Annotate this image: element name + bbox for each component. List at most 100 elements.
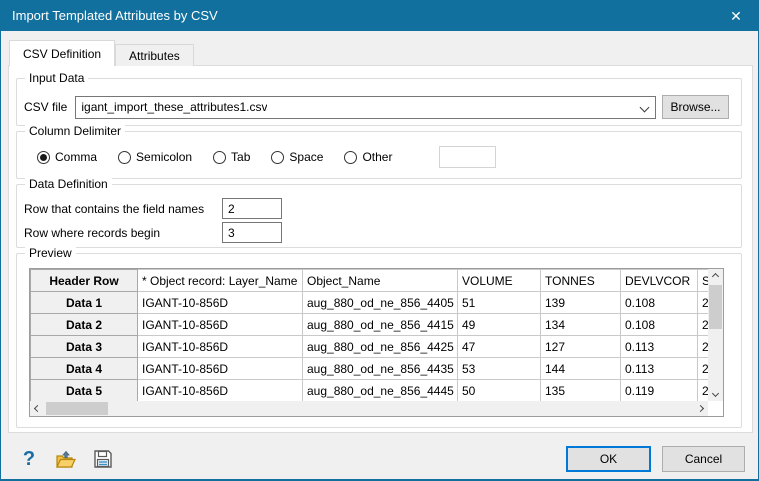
- chevron-down-icon: [712, 390, 719, 397]
- radio-space[interactable]: Space: [271, 150, 323, 164]
- data-cell[interactable]: 2: [698, 358, 709, 380]
- data-cell[interactable]: 2: [698, 336, 709, 358]
- input-data-group: Input Data CSV file igant_import_these_a…: [16, 78, 742, 126]
- save-icon: [93, 449, 113, 469]
- data-cell[interactable]: 139: [541, 292, 621, 314]
- table-row: Data 4IGANT-10-856Daug_880_od_ne_856_443…: [31, 358, 709, 380]
- radio-circle-icon: [271, 151, 284, 164]
- radio-semicolon[interactable]: Semicolon: [118, 150, 192, 164]
- row-header-cell[interactable]: Data 3: [31, 336, 138, 358]
- data-cell[interactable]: aug_880_od_ne_856_4445: [303, 380, 458, 402]
- browse-button[interactable]: Browse...: [662, 95, 729, 119]
- save-settings-button[interactable]: [91, 447, 115, 471]
- vertical-scrollbar[interactable]: [708, 269, 723, 401]
- scroll-right-button[interactable]: [693, 401, 708, 416]
- csv-file-label: CSV file: [24, 100, 67, 114]
- data-cell[interactable]: 49: [458, 314, 541, 336]
- horizontal-scrollbar-thumb[interactable]: [46, 402, 108, 415]
- column-header-cell[interactable]: * Object record: Layer_Name: [138, 270, 303, 292]
- ok-button[interactable]: OK: [566, 446, 651, 472]
- data-cell[interactable]: aug_880_od_ne_856_4415: [303, 314, 458, 336]
- chevron-down-icon: [640, 102, 650, 112]
- radio-label: Space: [289, 150, 323, 164]
- field-names-row-input[interactable]: [222, 198, 282, 219]
- tab-label: CSV Definition: [23, 47, 101, 61]
- row-header-cell[interactable]: Data 1: [31, 292, 138, 314]
- preview-group: Preview Header Row* Object record: Layer…: [16, 253, 742, 428]
- data-cell[interactable]: IGANT-10-856D: [138, 292, 303, 314]
- column-header-cell[interactable]: TONNES: [541, 270, 621, 292]
- radio-label: Other: [362, 150, 392, 164]
- data-cell[interactable]: IGANT-10-856D: [138, 380, 303, 402]
- data-cell[interactable]: aug_880_od_ne_856_4405: [303, 292, 458, 314]
- scroll-down-button[interactable]: [708, 386, 723, 401]
- data-cell[interactable]: 2: [698, 380, 709, 402]
- data-cell[interactable]: 0.108: [621, 292, 698, 314]
- radio-tab[interactable]: Tab: [213, 150, 250, 164]
- load-settings-button[interactable]: [54, 447, 78, 471]
- radio-label: Semicolon: [136, 150, 192, 164]
- group-legend: Preview: [25, 246, 76, 260]
- tab-label: Attributes: [129, 49, 180, 63]
- data-cell[interactable]: aug_880_od_ne_856_4425: [303, 336, 458, 358]
- data-cell[interactable]: 135: [541, 380, 621, 402]
- table-row: Data 3IGANT-10-856Daug_880_od_ne_856_442…: [31, 336, 709, 358]
- preview-table-container: Header Row* Object record: Layer_NameObj…: [29, 268, 724, 417]
- data-cell[interactable]: aug_880_od_ne_856_4435: [303, 358, 458, 380]
- data-definition-group: Data Definition Row that contains the fi…: [16, 184, 742, 248]
- csv-file-combobox[interactable]: igant_import_these_attributes1.csv: [75, 96, 656, 119]
- tab-strip: CSV Definition Attributes: [9, 40, 194, 66]
- data-cell[interactable]: 144: [541, 358, 621, 380]
- data-cell[interactable]: 2: [698, 292, 709, 314]
- scroll-up-button[interactable]: [708, 269, 723, 284]
- data-cell[interactable]: 127: [541, 336, 621, 358]
- radio-comma[interactable]: Comma: [37, 150, 97, 164]
- column-header-cell[interactable]: DEVLVCOR: [621, 270, 698, 292]
- scroll-left-button[interactable]: [30, 401, 45, 416]
- row-header-cell[interactable]: Data 2: [31, 314, 138, 336]
- data-cell[interactable]: IGANT-10-856D: [138, 314, 303, 336]
- records-begin-row-input[interactable]: [222, 222, 282, 243]
- column-header-cell[interactable]: Object_Name: [303, 270, 458, 292]
- row-header-cell[interactable]: Data 4: [31, 358, 138, 380]
- data-cell[interactable]: 0.108: [621, 314, 698, 336]
- radio-circle-icon: [344, 151, 357, 164]
- table-row: Data 1IGANT-10-856Daug_880_od_ne_856_440…: [31, 292, 709, 314]
- vertical-scrollbar-thumb[interactable]: [709, 285, 722, 329]
- horizontal-scrollbar[interactable]: [30, 401, 708, 416]
- data-cell[interactable]: 53: [458, 358, 541, 380]
- header-row-cell[interactable]: Header Row: [31, 270, 138, 292]
- data-cell[interactable]: 0.113: [621, 358, 698, 380]
- data-cell[interactable]: IGANT-10-856D: [138, 336, 303, 358]
- field-names-row-label: Row that contains the field names: [24, 202, 222, 216]
- other-delimiter-input[interactable]: [439, 146, 496, 168]
- data-cell[interactable]: 47: [458, 336, 541, 358]
- close-button[interactable]: ✕: [714, 1, 758, 31]
- tab-csv-definition[interactable]: CSV Definition: [9, 40, 115, 66]
- group-legend: Input Data: [25, 71, 88, 85]
- radio-other[interactable]: Other: [344, 150, 392, 164]
- help-button[interactable]: ?: [17, 447, 41, 471]
- data-cell[interactable]: 50: [458, 380, 541, 402]
- preview-table-viewport: Header Row* Object record: Layer_NameObj…: [30, 269, 708, 401]
- group-legend: Column Delimiter: [25, 124, 125, 138]
- tab-attributes[interactable]: Attributes: [115, 44, 194, 66]
- column-header-cell[interactable]: VOLUME: [458, 270, 541, 292]
- group-legend: Data Definition: [25, 177, 112, 191]
- data-cell[interactable]: 134: [541, 314, 621, 336]
- column-header-cell[interactable]: S: [698, 270, 709, 292]
- csv-file-value: igant_import_these_attributes1.csv: [81, 100, 267, 114]
- data-cell[interactable]: IGANT-10-856D: [138, 358, 303, 380]
- footer-toolbar: ?: [17, 445, 115, 473]
- csv-definition-page: Input Data CSV file igant_import_these_a…: [8, 65, 753, 433]
- title-bar: Import Templated Attributes by CSV ✕: [1, 1, 758, 31]
- cancel-button[interactable]: Cancel: [662, 446, 745, 472]
- data-cell[interactable]: 2: [698, 314, 709, 336]
- radio-label: Tab: [231, 150, 250, 164]
- data-cell[interactable]: 51: [458, 292, 541, 314]
- radio-circle-icon: [213, 151, 226, 164]
- table-row: Data 2IGANT-10-856Daug_880_od_ne_856_441…: [31, 314, 709, 336]
- data-cell[interactable]: 0.119: [621, 380, 698, 402]
- row-header-cell[interactable]: Data 5: [31, 380, 138, 402]
- data-cell[interactable]: 0.113: [621, 336, 698, 358]
